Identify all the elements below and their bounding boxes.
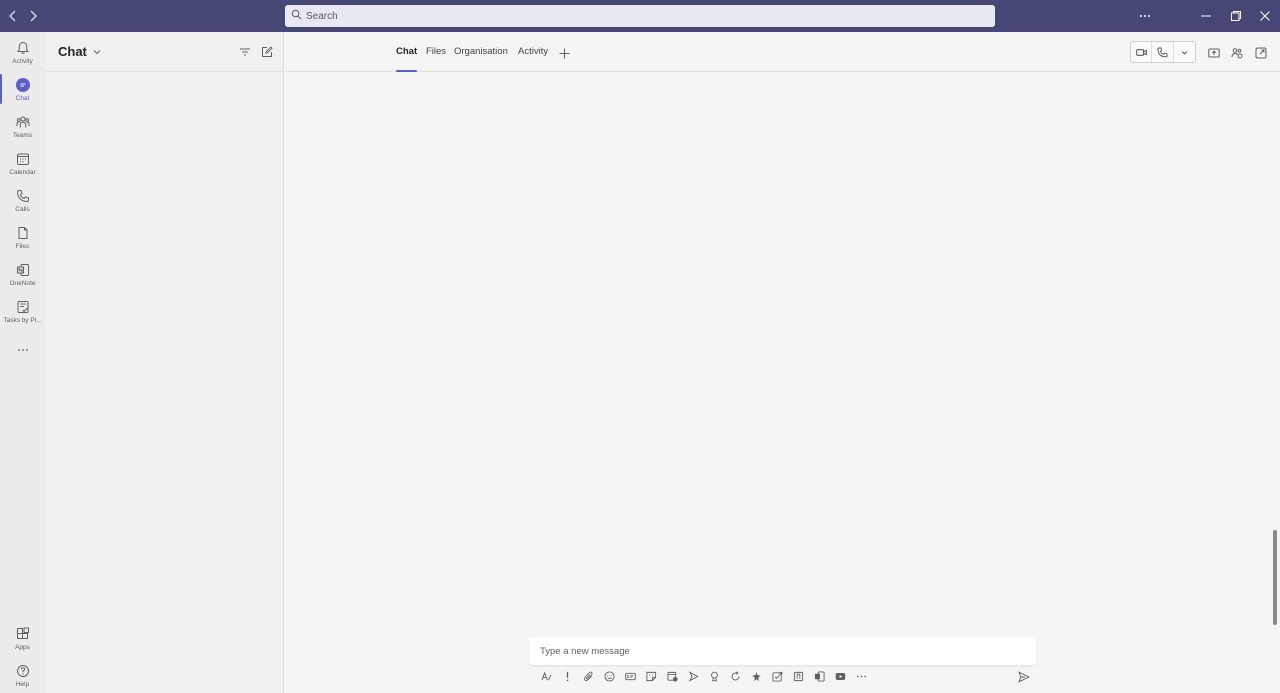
help-icon xyxy=(16,665,29,677)
chat-title-dropdown[interactable]: Chat xyxy=(58,44,101,59)
back-arrow-icon[interactable] xyxy=(5,8,21,24)
video-call-button[interactable] xyxy=(1131,42,1153,62)
emoji-icon[interactable] xyxy=(602,669,616,683)
rail-item-tasks[interactable]: Tasks by Pl... xyxy=(0,297,45,331)
rail-label-apps: Apps xyxy=(15,644,30,651)
rail-label-help: Help xyxy=(15,681,30,688)
tab-organisation[interactable]: Organisation xyxy=(454,46,508,72)
schedule-meeting-icon[interactable] xyxy=(665,669,679,683)
file-icon xyxy=(18,227,27,239)
message-compose-box[interactable]: Type a new message xyxy=(529,637,1036,665)
apps-icon xyxy=(16,627,29,639)
new-chat-icon[interactable] xyxy=(261,45,273,57)
tab-organisation-label: Organisation xyxy=(454,46,508,57)
bell-icon xyxy=(16,41,29,54)
search-icon xyxy=(291,7,306,25)
app-rail: Activity Chat Teams Calendar Calls Files… xyxy=(0,32,45,693)
send-icon[interactable] xyxy=(1018,670,1032,684)
loop-icon[interactable] xyxy=(728,669,742,683)
forward-arrow-icon[interactable] xyxy=(25,8,41,24)
calendar-icon xyxy=(16,153,29,165)
rail-label-calls: Calls xyxy=(15,206,30,213)
priority-icon[interactable] xyxy=(560,669,574,683)
attach-icon[interactable] xyxy=(581,669,595,683)
teams-icon xyxy=(16,116,29,128)
viva-icon[interactable] xyxy=(749,669,763,683)
rail-label-calendar: Calendar xyxy=(9,169,36,176)
conversation-header: Chat Files Organisation Activity xyxy=(285,32,1280,72)
chat-title: Chat xyxy=(58,44,87,59)
rail-item-help[interactable]: Help xyxy=(0,661,45,693)
phone-icon xyxy=(1157,47,1168,57)
filter-icon[interactable] xyxy=(239,45,251,57)
phone-icon xyxy=(16,190,29,203)
rail-label-onenote: OneNote xyxy=(9,280,36,287)
rail-item-onenote[interactable]: OneNote xyxy=(0,260,45,294)
people-icon[interactable] xyxy=(1231,46,1243,59)
more-icon xyxy=(17,349,28,351)
rail-item-apps[interactable]: Apps xyxy=(0,624,45,658)
onenote-icon[interactable] xyxy=(812,669,826,683)
praise-icon[interactable] xyxy=(707,669,721,683)
tab-chat[interactable]: Chat xyxy=(396,46,418,72)
scrollbar[interactable] xyxy=(1273,530,1277,625)
chat-list-panel: Chat xyxy=(45,32,284,693)
rail-item-files[interactable]: Files xyxy=(0,223,45,257)
rail-item-teams[interactable]: Teams xyxy=(0,112,45,146)
tab-activity-label: Activity xyxy=(518,46,549,57)
more-options-icon[interactable] xyxy=(1137,8,1153,24)
call-options-dropdown[interactable] xyxy=(1174,42,1195,62)
format-icon[interactable] xyxy=(539,669,553,683)
restore-icon[interactable] xyxy=(1228,8,1244,24)
minimize-icon[interactable] xyxy=(1198,8,1214,24)
whiteboard-icon[interactable] xyxy=(791,669,805,683)
call-button-group xyxy=(1130,41,1196,63)
rail-item-activity[interactable]: Activity xyxy=(0,38,45,72)
approvals-icon[interactable] xyxy=(770,669,784,683)
chat-icon xyxy=(15,78,30,92)
chat-list-header: Chat xyxy=(45,32,284,72)
onenote-icon xyxy=(16,264,29,276)
gif-icon[interactable] xyxy=(623,669,637,683)
rail-label-tasks: Tasks by Pl... xyxy=(3,317,42,324)
tab-activity[interactable]: Activity xyxy=(518,46,548,72)
rail-item-chat[interactable]: Chat xyxy=(0,75,45,109)
rail-label-chat: Chat xyxy=(15,95,30,102)
tab-files[interactable]: Files xyxy=(426,46,446,72)
compose-placeholder: Type a new message xyxy=(540,645,630,657)
stream-icon[interactable] xyxy=(686,669,700,683)
tab-chat-label: Chat xyxy=(396,46,418,57)
tab-active-underline xyxy=(396,70,418,72)
share-screen-icon[interactable] xyxy=(1208,46,1220,58)
audio-call-button[interactable] xyxy=(1152,42,1174,62)
tab-files-label: Files xyxy=(426,46,447,57)
chevron-down-icon xyxy=(1181,50,1187,55)
conversation-area: Chat Files Organisation Activity Type a … xyxy=(285,32,1280,693)
rail-label-teams: Teams xyxy=(12,132,33,139)
pop-out-icon[interactable] xyxy=(1255,46,1267,59)
search-input[interactable]: Search xyxy=(285,5,995,27)
rail-label-files: Files xyxy=(15,243,30,250)
rail-label-activity: Activity xyxy=(12,58,33,65)
video-camera-icon xyxy=(1135,48,1147,56)
rail-item-calendar[interactable]: Calendar xyxy=(0,149,45,183)
close-icon[interactable] xyxy=(1257,8,1273,24)
search-placeholder: Search xyxy=(306,10,338,22)
youtube-icon[interactable] xyxy=(833,669,847,683)
more-options-icon[interactable] xyxy=(854,669,868,683)
chevron-down-icon xyxy=(93,49,101,54)
rail-item-calls[interactable]: Calls xyxy=(0,186,45,220)
tasks-icon xyxy=(17,301,28,313)
title-bar: Search xyxy=(0,0,1280,32)
add-tab-icon[interactable] xyxy=(559,46,571,59)
rail-more-apps[interactable] xyxy=(0,340,45,360)
sticker-icon[interactable] xyxy=(644,669,658,683)
